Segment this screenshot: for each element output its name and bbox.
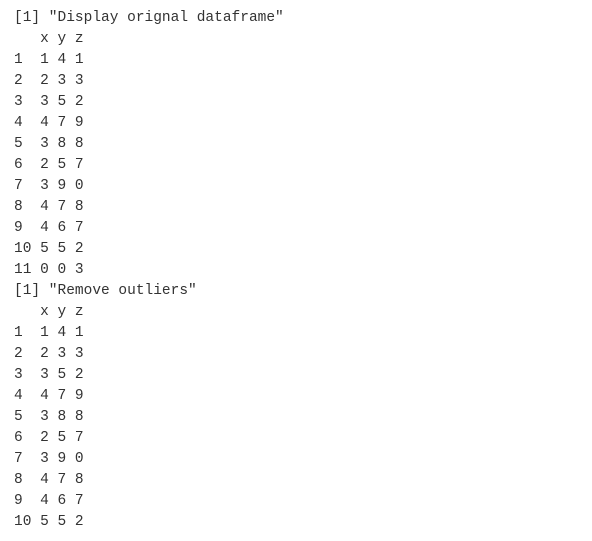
table-row: 3 3 5 2: [14, 365, 578, 386]
table-row: 5 3 8 8: [14, 407, 578, 428]
column-header: x y z: [14, 29, 578, 50]
table-row: 11 0 0 3: [14, 260, 578, 281]
table-row: 10 5 5 2: [14, 512, 578, 533]
table-row: 7 3 9 0: [14, 449, 578, 470]
table-row: 9 4 6 7: [14, 491, 578, 512]
table-row: 2 2 3 3: [14, 71, 578, 92]
table-row: 1 1 4 1: [14, 50, 578, 71]
table-row: 2 2 3 3: [14, 344, 578, 365]
table-row: 10 5 5 2: [14, 239, 578, 260]
print-message: [1] "Display orignal dataframe": [14, 8, 578, 29]
table-row: 3 3 5 2: [14, 92, 578, 113]
table-row: 9 4 6 7: [14, 218, 578, 239]
table-row: 4 4 7 9: [14, 386, 578, 407]
table-row: 6 2 5 7: [14, 155, 578, 176]
table-row: 8 4 7 8: [14, 197, 578, 218]
table-row: 8 4 7 8: [14, 470, 578, 491]
table-row: 7 3 9 0: [14, 176, 578, 197]
table-row: 1 1 4 1: [14, 323, 578, 344]
print-message: [1] "Remove outliers": [14, 281, 578, 302]
table-row: 4 4 7 9: [14, 113, 578, 134]
table-row: 6 2 5 7: [14, 428, 578, 449]
column-header: x y z: [14, 302, 578, 323]
table-row: 5 3 8 8: [14, 134, 578, 155]
